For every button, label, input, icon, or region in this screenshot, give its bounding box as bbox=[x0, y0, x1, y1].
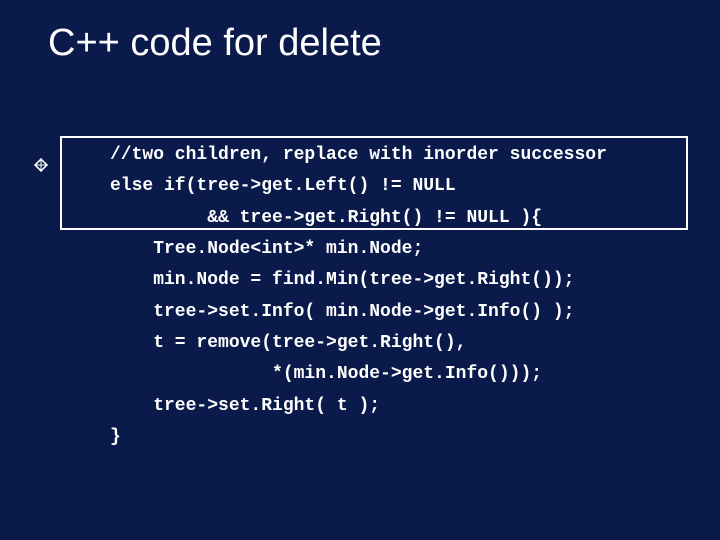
code-line: else if(tree->get.Left() != NULL bbox=[110, 176, 456, 196]
code-line: && tree->get.Right() != NULL ){ bbox=[110, 208, 542, 228]
code-line: *(min.Node->get.Info())); bbox=[110, 364, 542, 384]
code-line: tree->set.Right( t ); bbox=[110, 396, 380, 416]
slide-title: C++ code for delete bbox=[48, 22, 382, 65]
code-line: t = remove(tree->get.Right(), bbox=[110, 333, 466, 353]
diamond-bullet-icon bbox=[34, 158, 48, 172]
code-line: } bbox=[110, 427, 121, 447]
slide: C++ code for delete //two children, repl… bbox=[0, 0, 720, 540]
code-line: min.Node = find.Min(tree->get.Right()); bbox=[110, 270, 574, 290]
code-line: Tree.Node<int>* min.Node; bbox=[110, 239, 423, 259]
code-block: //two children, replace with inorder suc… bbox=[110, 140, 607, 453]
code-line: //two children, replace with inorder suc… bbox=[110, 145, 607, 165]
code-line: tree->set.Info( min.Node->get.Info() ); bbox=[110, 302, 574, 322]
